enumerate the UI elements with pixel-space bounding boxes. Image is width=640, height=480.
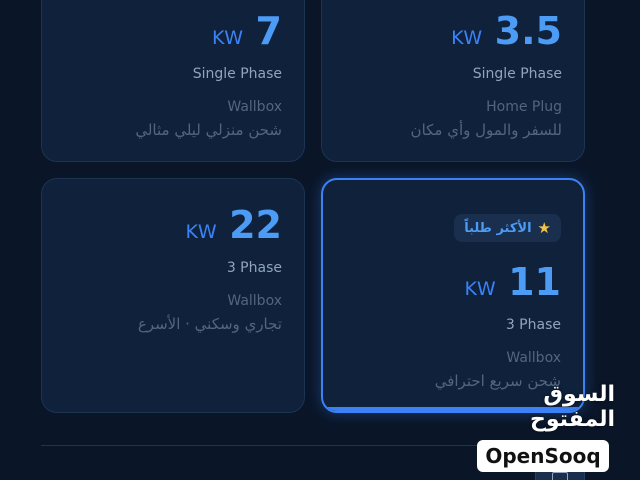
most-requested-badge: ★ الأكثر طلباً — [454, 214, 561, 242]
charger-card-22kw[interactable]: KW 22 3 Phase Wallbox تجاري وسكني · الأس… — [41, 178, 305, 413]
power-value: 3.5 — [494, 9, 562, 53]
phase-label: 3 Phase — [505, 317, 561, 333]
power-rating: KW 11 — [465, 260, 561, 304]
watermark-arabic: السوق المفتوح — [529, 382, 615, 432]
power-unit: KW — [211, 27, 244, 49]
power-unit: KW — [185, 221, 218, 243]
phase-label: Single Phase — [472, 66, 562, 82]
phase-label: Single Phase — [192, 66, 282, 82]
phase-label: 3 Phase — [226, 260, 282, 276]
charger-description: تجاري وسكني · الأسرع — [137, 315, 282, 333]
charger-card-3-5kw[interactable]: KW 3.5 Single Phase Home Plug للسفر والم… — [321, 0, 585, 162]
keyboard-icon — [552, 472, 568, 480]
power-rating: KW 7 — [212, 9, 282, 53]
charger-type: Wallbox — [227, 293, 282, 309]
power-value: 11 — [508, 260, 561, 304]
charger-type: Wallbox — [506, 350, 561, 366]
opensooq-watermark: السوق المفتوح OpenSooq — [471, 382, 615, 472]
power-rating: KW 22 — [186, 203, 282, 247]
charger-type: Home Plug — [486, 99, 562, 115]
power-unit: KW — [464, 278, 497, 300]
charger-description: شحن منزلي ليلي مثالي — [135, 121, 282, 139]
charger-type: Wallbox — [227, 99, 282, 115]
power-unit: KW — [451, 27, 483, 49]
badge-label: الأكثر طلباً — [464, 220, 532, 236]
star-icon: ★ — [537, 219, 551, 237]
power-value: 7 — [255, 9, 282, 53]
charger-card-11kw[interactable]: ★ الأكثر طلباً KW 11 3 Phase Wallbox شحن… — [321, 178, 585, 413]
charger-description: للسفر والمول وأي مكان — [410, 121, 562, 139]
power-rating: KW 3.5 — [451, 9, 562, 53]
charger-card-7kw[interactable]: KW 7 Single Phase Wallbox شحن منزلي ليلي… — [41, 0, 305, 162]
watermark-english: OpenSooq — [477, 440, 609, 472]
power-value: 22 — [229, 203, 282, 247]
